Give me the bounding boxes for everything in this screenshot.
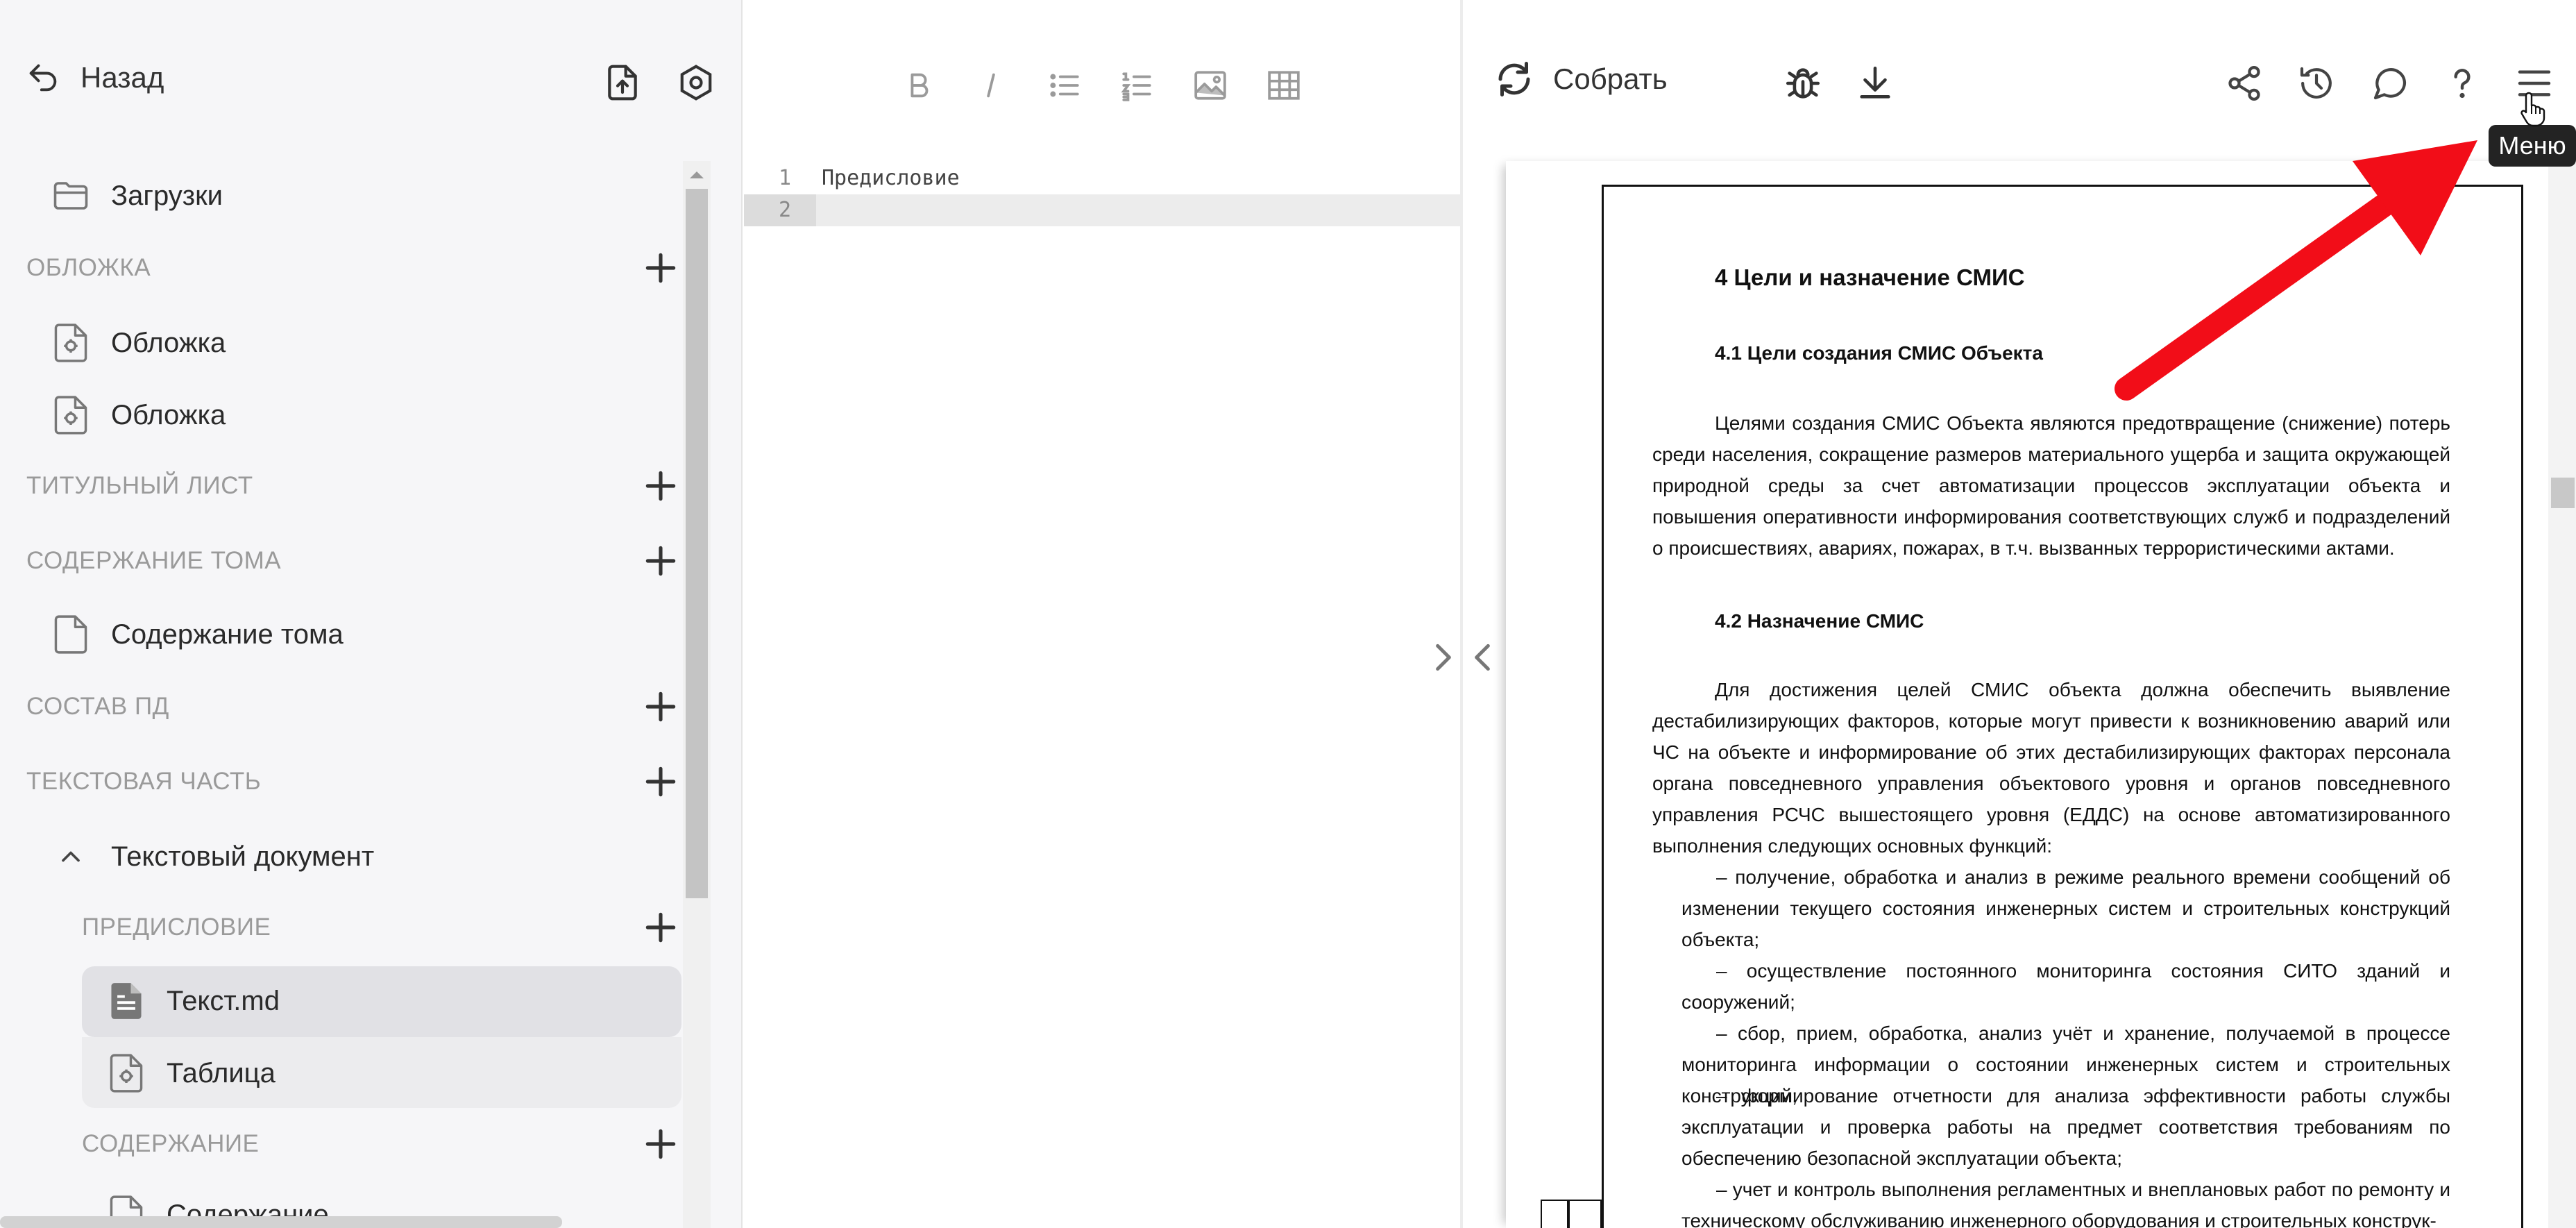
refresh-icon — [1498, 62, 1530, 96]
build-label: Собрать — [1553, 62, 1668, 95]
sidebar-item-table[interactable]: Таблица — [107, 1054, 276, 1093]
bullet-list-button[interactable] — [1038, 61, 1091, 110]
sidebar-item-label: Таблица — [167, 1057, 276, 1088]
download-button[interactable] — [1849, 57, 1901, 110]
build-button[interactable]: Собрать — [1493, 58, 1668, 100]
sidebar-item-label: Обложка — [111, 327, 226, 358]
history-button[interactable] — [2290, 57, 2343, 110]
doc-heading-1: 4 Цели и назначение СМИС — [1715, 264, 2025, 290]
hand-cursor-icon — [2520, 92, 2545, 127]
collapse-left-icon[interactable] — [1470, 640, 1495, 675]
line-number: 1 — [778, 166, 791, 190]
add-cover-icon[interactable] — [641, 249, 680, 287]
sidebar: Назад Загрузки ОБЛОЖКА Обложка Обложка Т… — [0, 0, 743, 1228]
add-preface-icon[interactable] — [641, 908, 680, 947]
sidebar-item-downloads[interactable]: Загрузки — [51, 176, 223, 215]
sidebar-item-label: Текст.md — [167, 985, 280, 1016]
folder-icon — [51, 176, 90, 215]
doc-heading-2: 4.2 Назначение СМИС — [1715, 610, 1924, 632]
doc-bullet: – получение, обработка и анализ в режиме… — [1681, 866, 2450, 950]
markdown-editor: 1 2 Предисловие — [744, 0, 1461, 1228]
doc-heading-2: 4.1 Цели создания СМИС Объекта — [1715, 342, 2043, 364]
preview-scrollbar-thumb[interactable] — [2551, 478, 2575, 508]
sidebar-item-label: Обложка — [111, 399, 226, 430]
sidebar-item-text-document[interactable]: Текстовый документ — [51, 837, 374, 876]
back-label: Назад — [80, 61, 164, 94]
sidebar-item-cover-2[interactable]: Обложка — [51, 396, 226, 435]
numbered-list-button[interactable] — [1110, 61, 1163, 110]
image-icon — [1194, 71, 1226, 100]
add-pd-composition-icon[interactable] — [641, 687, 680, 726]
stamp-cell — [1568, 1200, 1602, 1228]
add-text-part-icon[interactable] — [641, 762, 680, 801]
stamp-cell — [1541, 1200, 1568, 1228]
help-button[interactable] — [2436, 57, 2489, 110]
line-number: 2 — [778, 198, 791, 222]
editor-gutter — [744, 162, 817, 1228]
collapse-right-icon[interactable] — [1431, 640, 1456, 675]
download-icon — [1860, 66, 1890, 99]
sidebar-horizontal-scrollbar[interactable] — [0, 1216, 562, 1228]
code-line[interactable]: Предисловие — [822, 162, 960, 194]
settings-button[interactable] — [673, 60, 719, 106]
doc-bullet: – учет и контроль выполнения регламентны… — [1681, 1179, 2450, 1228]
back-button[interactable]: Назад — [25, 60, 164, 96]
bold-button[interactable] — [892, 61, 945, 110]
section-cover: ОБЛОЖКА — [26, 254, 151, 281]
doc-bullet: – осуществление постоянного мониторинга … — [1681, 960, 2450, 1013]
sidebar-item-label: Текстовый документ — [111, 841, 375, 872]
sidebar-item-label: Содержание тома — [111, 619, 344, 650]
share-icon — [2228, 66, 2260, 101]
share-button[interactable] — [2218, 57, 2271, 110]
menu-tooltip: Меню — [2489, 125, 2576, 167]
bug-icon — [1786, 68, 1820, 99]
section-volume-contents: СОДЕРЖАНИЕ ТОМА — [26, 547, 282, 574]
italic-icon — [987, 73, 995, 98]
debug-button[interactable] — [1777, 57, 1829, 110]
comments-button[interactable] — [2364, 57, 2416, 110]
file-settings-icon — [51, 323, 90, 362]
section-preface: ПРЕДИСЛОВИЕ — [82, 914, 271, 941]
doc-bullet: – формирование отчетности для анализа эф… — [1681, 1085, 2450, 1169]
add-volume-contents-icon[interactable] — [641, 541, 680, 580]
insert-image-button[interactable] — [1184, 61, 1237, 110]
history-icon — [2300, 67, 2332, 99]
app-window: Назад Загрузки ОБЛОЖКА Обложка Обложка Т… — [0, 0, 2576, 1228]
settings-hexagon-icon — [680, 65, 712, 101]
section-pd-composition: СОСТАВ ПД — [26, 693, 169, 720]
section-title-page: ТИТУЛЬНЫЙ ЛИСТ — [26, 472, 253, 499]
preview-scrollbar-track[interactable] — [2548, 161, 2576, 1228]
sidebar-item-text-md[interactable]: Текст.md — [107, 982, 280, 1020]
bullet-list-icon — [1050, 74, 1079, 97]
question-icon — [2454, 69, 2471, 99]
red-annotation-arrow — [2115, 140, 2477, 401]
italic-button[interactable] — [965, 61, 1017, 110]
upload-file-icon — [608, 65, 637, 101]
chevron-up-icon[interactable] — [51, 837, 90, 876]
sidebar-item-label: Загрузки — [111, 180, 223, 211]
undo-icon — [29, 64, 57, 92]
add-title-page-icon[interactable] — [641, 466, 680, 505]
active-line-highlight — [744, 194, 1460, 226]
doc-paragraph: Целями создания СМИС Объекта являются пр… — [1652, 412, 2450, 559]
upload-button[interactable] — [600, 60, 645, 106]
sidebar-item-volume-contents[interactable]: Содержание тома — [51, 615, 344, 654]
file-text-icon — [107, 982, 146, 1020]
section-contents: СОДЕРЖАНИЕ — [82, 1130, 260, 1157]
sidebar-item-cover-1[interactable]: Обложка — [51, 323, 226, 362]
add-contents-icon[interactable] — [641, 1125, 680, 1163]
file-settings-icon — [51, 396, 90, 435]
doc-paragraph: Для достижения целей СМИС объекта должна… — [1652, 679, 2450, 857]
scroll-up-icon[interactable] — [687, 167, 706, 182]
file-settings-icon — [107, 1054, 146, 1093]
sidebar-scrollbar-thumb[interactable] — [686, 189, 708, 898]
section-text-part: ТЕКСТОВАЯ ЧАСТЬ — [26, 768, 262, 795]
table-icon — [1268, 71, 1300, 100]
bold-icon — [910, 73, 929, 98]
file-icon — [51, 615, 90, 654]
insert-table-button[interactable] — [1257, 61, 1310, 110]
comment-icon — [2373, 68, 2407, 100]
numbered-list-icon — [1121, 72, 1151, 101]
